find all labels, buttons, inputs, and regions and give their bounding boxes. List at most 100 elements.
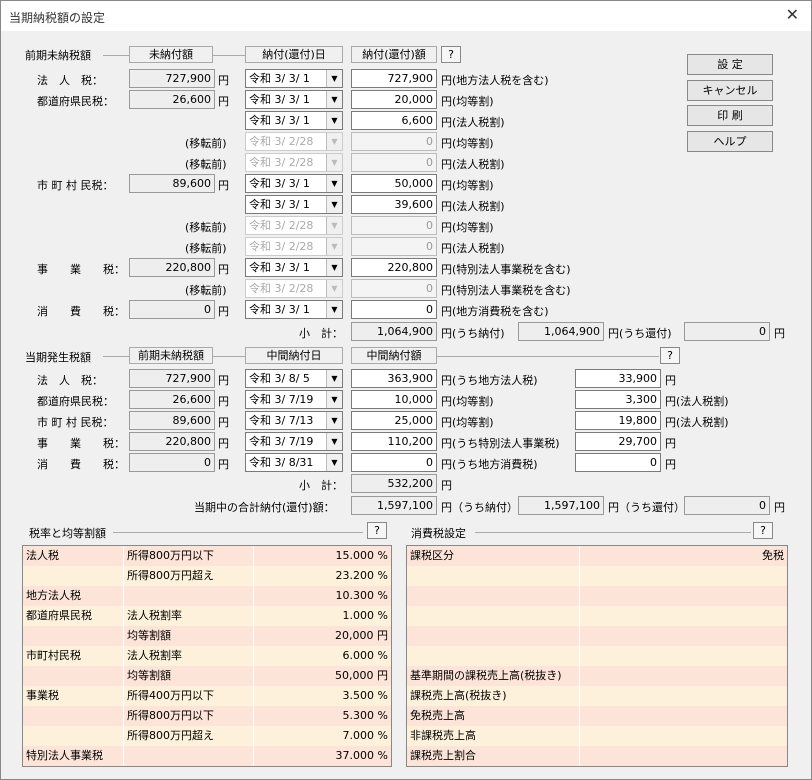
dialog-window: 当期納税額の設定 ✕ 設 定 キャンセル 印 刷 ヘルプ 前期未納税額 未納付額… bbox=[0, 0, 812, 780]
interim-date-select[interactable]: 令和 3/ 8/ 5 ▼ bbox=[245, 369, 343, 388]
interim-amount-field[interactable]: 363,900 bbox=[351, 369, 437, 388]
rate-row[interactable]: 均等割額 20,000 円 bbox=[23, 626, 391, 646]
consumption-row[interactable]: 課税区分 免税 bbox=[407, 546, 787, 566]
interim-date-select[interactable]: 令和 3/ 7/19 ▼ bbox=[245, 390, 343, 409]
extra-note: 円 bbox=[665, 374, 676, 387]
rate-row[interactable]: 所得800万円超え 23.200 % bbox=[23, 566, 391, 586]
date-value: 令和 3/ 3/ 1 bbox=[249, 93, 310, 106]
rates-help-button[interactable]: ? bbox=[367, 522, 387, 539]
divider bbox=[123, 546, 124, 566]
rate-item: 所得800万円以下 bbox=[127, 549, 214, 562]
row-label: 都道府県民税： bbox=[37, 395, 114, 408]
payment-date-select[interactable]: 令和 3/ 3/ 1 ▼ bbox=[245, 300, 343, 319]
close-icon[interactable]: ✕ bbox=[786, 5, 799, 24]
chevron-down-icon: ▼ bbox=[326, 412, 342, 429]
payment-amount-field[interactable]: 50,000 bbox=[351, 174, 437, 193]
rate-row[interactable]: 市町村民税 法人税割率 6.000 % bbox=[23, 646, 391, 666]
payment-amount-field[interactable]: 20,000 bbox=[351, 90, 437, 109]
rate-row[interactable]: 事業税 所得400万円以下 3.500 % bbox=[23, 686, 391, 706]
yen-label: 円 bbox=[774, 501, 785, 514]
rate-row[interactable]: 都道府県民税 法人税割率 1.000 % bbox=[23, 606, 391, 626]
interim-amount-field[interactable]: 0 bbox=[351, 453, 437, 472]
chevron-down-icon: ▼ bbox=[326, 238, 342, 255]
interim-date-select[interactable]: 令和 3/ 8/31 ▼ bbox=[245, 453, 343, 472]
consumption-item: 基準期間の課税売上高(税抜き) bbox=[410, 669, 562, 682]
consumption-row[interactable] bbox=[407, 606, 787, 626]
rate-item: 均等割額 bbox=[127, 669, 171, 682]
amount-note: 円(うち特別法人事業税) bbox=[441, 437, 560, 450]
divider bbox=[123, 706, 124, 726]
consumption-item: 課税売上割合 bbox=[410, 749, 476, 762]
consumption-row[interactable]: 非課税売上高 bbox=[407, 726, 787, 746]
help-button[interactable]: ヘルプ bbox=[687, 131, 773, 152]
divider bbox=[113, 532, 363, 533]
interim-amount-field[interactable]: 10,000 bbox=[351, 390, 437, 409]
rate-value: 23.200 % bbox=[335, 569, 388, 582]
rates-table[interactable]: 法人税 所得800万円以下 15.000 % 所得800万円超え 23.200 % 地方法… bbox=[22, 545, 392, 767]
interim-extra-field[interactable]: 33,900 bbox=[575, 369, 661, 388]
payment-date-select[interactable]: 令和 3/ 3/ 1 ▼ bbox=[245, 195, 343, 214]
payment-amount-field[interactable]: 727,900 bbox=[351, 69, 437, 88]
amount-note: 円(均等割) bbox=[441, 179, 494, 192]
yen-label: 円 bbox=[218, 179, 229, 192]
date-value: 令和 3/ 2/28 bbox=[249, 135, 314, 148]
interim-amount-field[interactable]: 110,200 bbox=[351, 432, 437, 451]
unpaid-help-button[interactable]: ? bbox=[441, 46, 461, 63]
interim-help-button[interactable]: ? bbox=[660, 347, 680, 364]
interim-amount-field[interactable]: 25,000 bbox=[351, 411, 437, 430]
interim-extra-field[interactable]: 0 bbox=[575, 453, 661, 472]
payment-amount-field[interactable]: 6,600 bbox=[351, 111, 437, 130]
yen-label: 円 bbox=[218, 305, 229, 318]
payment-date-select: 令和 3/ 2/28 ▼ bbox=[245, 153, 343, 172]
set-button[interactable]: 設 定 bbox=[687, 54, 773, 75]
payment-amount-field: 0 bbox=[351, 216, 437, 235]
rate-row[interactable]: 所得800万円以下 5.300 % bbox=[23, 706, 391, 726]
cancel-button[interactable]: キャンセル bbox=[687, 80, 773, 101]
rate-value: 6.000 % bbox=[342, 649, 388, 662]
divider bbox=[253, 646, 254, 666]
rate-row[interactable]: 特別法人事業税 37.000 % bbox=[23, 746, 391, 766]
interim-extra-field[interactable]: 29,700 bbox=[575, 432, 661, 451]
consumption-row[interactable]: 課税売上割合 bbox=[407, 746, 787, 766]
payment-date-select: 令和 3/ 2/28 ▼ bbox=[245, 216, 343, 235]
rate-row[interactable]: 地方法人税 10.300 % bbox=[23, 586, 391, 606]
amount-note: 円(法人税割) bbox=[441, 200, 505, 213]
payment-date-select[interactable]: 令和 3/ 3/ 1 ▼ bbox=[245, 90, 343, 109]
payment-date-select[interactable]: 令和 3/ 3/ 1 ▼ bbox=[245, 69, 343, 88]
rate-row[interactable]: 所得800万円超え 7.000 % bbox=[23, 726, 391, 746]
date-value: 令和 3/ 8/ 5 bbox=[249, 372, 310, 385]
col-interim-date-header: 中間納付日 bbox=[245, 347, 343, 364]
interim-section-label: 当期発生税額 bbox=[25, 351, 91, 364]
unpaid-amount: 220,800 bbox=[129, 258, 215, 277]
interim-extra-field[interactable]: 19,800 bbox=[575, 411, 661, 430]
date-value: 令和 3/ 3/ 1 bbox=[249, 303, 310, 316]
window-title: 当期納税額の設定 bbox=[9, 11, 106, 25]
consumption-row[interactable] bbox=[407, 626, 787, 646]
interim-extra-field[interactable]: 3,300 bbox=[575, 390, 661, 409]
consumption-row[interactable] bbox=[407, 566, 787, 586]
payment-date-select[interactable]: 令和 3/ 3/ 1 ▼ bbox=[245, 174, 343, 193]
consumption-row[interactable] bbox=[407, 586, 787, 606]
unpaid-section-label: 前期未納税額 bbox=[25, 49, 91, 62]
rate-value: 50,000 円 bbox=[335, 669, 388, 682]
payment-amount-field[interactable]: 220,800 bbox=[351, 258, 437, 277]
consumption-row[interactable]: 基準期間の課税売上高(税抜き) bbox=[407, 666, 787, 686]
rates-title: 税率と均等割額 bbox=[29, 527, 106, 540]
consumption-table[interactable]: 課税区分 免税基準期間の課税売上高(税抜き) 課税売上高(税抜き) 免税売上高 非課税売… bbox=[406, 545, 788, 767]
amount-note: 円(均等割) bbox=[441, 416, 494, 429]
rate-row[interactable]: 均等割額 50,000 円 bbox=[23, 666, 391, 686]
consumption-help-button[interactable]: ? bbox=[753, 522, 773, 539]
consumption-row[interactable]: 課税売上高(税抜き) bbox=[407, 686, 787, 706]
date-value: 令和 3/ 7/19 bbox=[249, 435, 314, 448]
consumption-row[interactable]: 免税売上高 bbox=[407, 706, 787, 726]
payment-date-select[interactable]: 令和 3/ 3/ 1 ▼ bbox=[245, 258, 343, 277]
print-button[interactable]: 印 刷 bbox=[687, 105, 773, 126]
payment-date-select[interactable]: 令和 3/ 3/ 1 ▼ bbox=[245, 111, 343, 130]
interim-date-select[interactable]: 令和 3/ 7/19 ▼ bbox=[245, 432, 343, 451]
consumption-row[interactable] bbox=[407, 646, 787, 666]
payment-amount-field[interactable]: 39,600 bbox=[351, 195, 437, 214]
divider bbox=[123, 606, 124, 626]
interim-date-select[interactable]: 令和 3/ 7/13 ▼ bbox=[245, 411, 343, 430]
rate-row[interactable]: 法人税 所得800万円以下 15.000 % bbox=[23, 546, 391, 566]
payment-amount-field[interactable]: 0 bbox=[351, 300, 437, 319]
